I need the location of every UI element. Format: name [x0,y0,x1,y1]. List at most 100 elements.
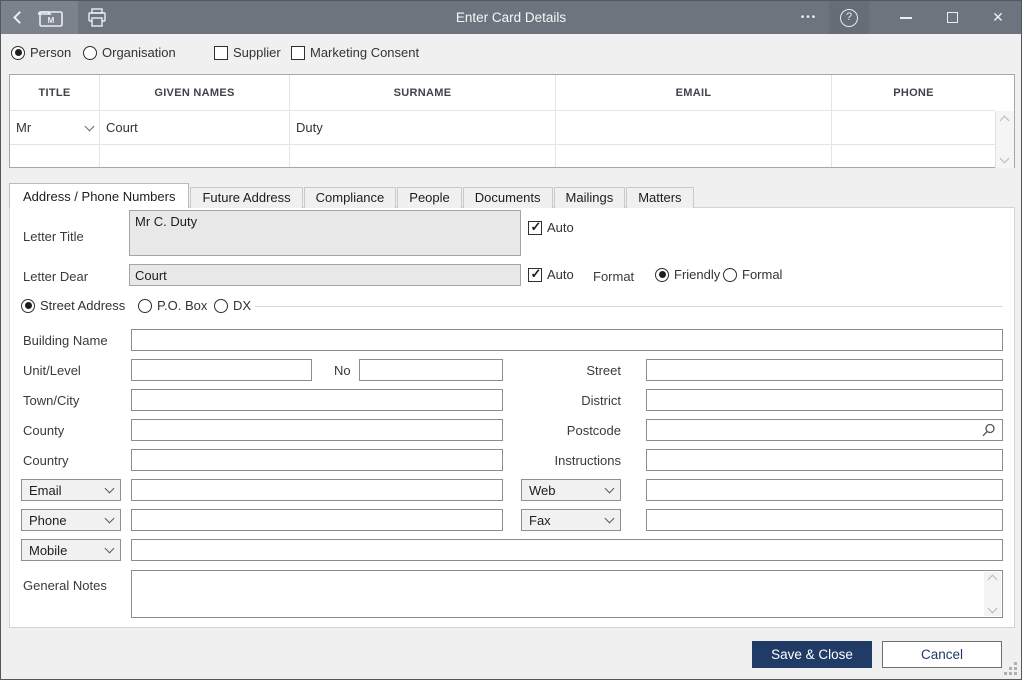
tab-documents[interactable]: Documents [462,187,553,208]
marketing-consent-checkbox[interactable]: Marketing Consent [291,45,419,60]
tab-bar: Address / Phone Numbers Future Address C… [9,183,695,208]
scroll-down-icon[interactable] [999,153,1010,164]
tab-future-address[interactable]: Future Address [190,187,303,208]
search-icon[interactable] [981,423,996,438]
instructions-input[interactable] [646,449,1003,471]
district-input[interactable] [646,389,1003,411]
cancel-button[interactable]: Cancel [882,641,1002,668]
letter-dear-auto-checkbox[interactable]: Auto [528,266,574,282]
column-header-title: TITLE [10,75,100,111]
email-input[interactable] [131,479,503,501]
print-button[interactable] [78,1,116,34]
dx-radio[interactable]: DX [214,298,251,313]
scroll-down-icon[interactable] [987,603,998,614]
format-label: Format [593,269,635,284]
street-input[interactable] [646,359,1003,381]
town-city-input[interactable] [131,389,503,411]
save-and-close-button[interactable]: Save & Close [752,641,872,668]
fax-input[interactable] [646,509,1003,531]
mobile-input[interactable] [131,539,1003,561]
maximize-button[interactable] [929,1,975,34]
column-header-given-names: GIVEN NAMES [100,75,290,111]
surname-cell[interactable] [290,145,556,167]
column-header-email: EMAIL [556,75,832,111]
web-type-select[interactable]: Web [521,479,621,501]
scroll-up-icon[interactable] [987,574,998,585]
chevron-down-icon [604,513,615,524]
scroll-up-icon[interactable] [999,115,1010,126]
no-input[interactable] [359,359,503,381]
tab-people[interactable]: People [397,187,462,208]
no-label: No [334,363,351,378]
given-names-cell[interactable] [100,145,290,167]
email-type-select[interactable]: Email [21,479,121,501]
tab-compliance[interactable]: Compliance [303,187,397,208]
given-names-cell[interactable]: Court [100,111,290,145]
mobile-type-select[interactable]: Mobile [21,539,121,561]
person-radio[interactable]: Person [11,45,71,60]
table-scrollbar[interactable] [995,111,1014,168]
auto-label: Auto [547,220,574,235]
tab-mailings[interactable]: Mailings [553,187,626,208]
phone-cell[interactable] [832,145,995,167]
card-folder-button[interactable]: M [38,1,64,34]
street-address-radio[interactable]: Street Address [21,298,125,313]
contact-names-table: TITLE GIVEN NAMES SURNAME EMAIL PHONE Mr… [9,74,1015,168]
minimize-icon [900,16,912,19]
general-notes-textarea[interactable] [131,570,1003,618]
auto-label: Auto [547,267,574,282]
radio-circle [655,267,669,282]
town-city-label: Town/City [23,393,80,408]
mobile-type-value: Mobile [29,542,68,558]
checkbox-box [528,266,543,282]
person-radio-label: Person [30,45,72,60]
svg-text:M: M [48,16,55,25]
email-cell[interactable] [556,145,832,167]
more-options-button[interactable]: ••• [789,1,829,34]
titlebar-left-group: M [1,1,78,34]
titlebar: M Enter Card Details ••• ? ✕ [1,1,1021,34]
checkbox-box [291,45,305,60]
postcode-input[interactable] [646,419,1003,441]
radio-circle [11,45,25,60]
street-address-label: Street Address [40,298,126,313]
web-input[interactable] [646,479,1003,501]
email-cell[interactable] [556,111,832,145]
chevron-down-icon [604,483,615,494]
letter-dear-input[interactable]: Court [129,264,521,286]
letter-title-input[interactable]: Mr C. Duty [129,210,521,256]
country-label: Country [23,453,69,468]
building-name-input[interactable] [131,329,1003,351]
phone-input[interactable] [131,509,503,531]
email-type-value: Email [29,482,62,498]
tab-matters[interactable]: Matters [626,187,694,208]
letter-title-label: Letter Title [23,229,84,244]
help-button[interactable]: ? [829,1,869,34]
country-input[interactable] [131,449,503,471]
po-box-radio[interactable]: P.O. Box [138,298,207,313]
minimize-button[interactable] [883,1,929,34]
instructions-label: Instructions [554,453,621,468]
close-button[interactable]: ✕ [975,1,1021,34]
county-input[interactable] [131,419,503,441]
supplier-checkbox-label: Supplier [233,45,281,60]
surname-cell[interactable]: Duty [290,111,556,145]
tab-address-phone-numbers[interactable]: Address / Phone Numbers [9,183,190,208]
title-cell[interactable] [10,145,100,167]
radio-circle [214,298,228,313]
phone-cell[interactable] [832,111,995,145]
resize-grip[interactable] [1005,663,1017,675]
fax-type-select[interactable]: Fax [521,509,621,531]
maximize-icon [946,12,958,23]
format-formal-radio[interactable]: Formal [723,267,782,282]
back-button[interactable] [13,1,26,34]
title-cell-dropdown[interactable]: Mr [10,111,100,145]
letter-title-auto-checkbox[interactable]: Auto [528,219,574,235]
supplier-checkbox[interactable]: Supplier [214,45,281,60]
notes-scrollbar[interactable] [984,572,1001,616]
organisation-radio[interactable]: Organisation [83,45,176,60]
unit-level-input[interactable] [131,359,312,381]
phone-type-select[interactable]: Phone [21,509,121,531]
format-friendly-radio[interactable]: Friendly [655,267,720,282]
table-row [10,145,995,167]
